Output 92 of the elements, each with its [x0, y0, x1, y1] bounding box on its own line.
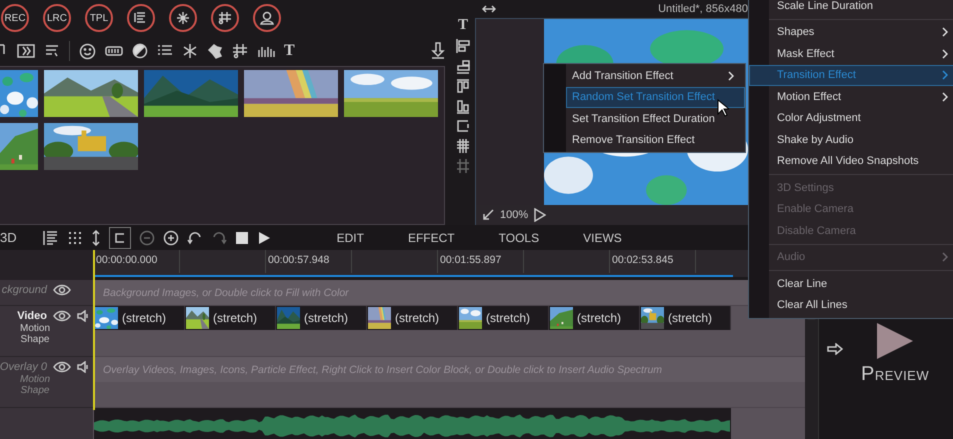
chevron-right-icon — [728, 70, 734, 81]
menu-item[interactable]: Remove Transition Effect — [566, 130, 745, 151]
round-button[interactable]: REC — [1, 4, 29, 32]
chevron-right-icon — [942, 70, 948, 80]
track-label: ckground — [2, 284, 47, 296]
frame-icon[interactable] — [108, 226, 131, 248]
undo-icon[interactable] — [186, 230, 203, 246]
menu-item[interactable]: Motion Effect — [769, 86, 953, 108]
track-sublabel: Motion Shape — [18, 324, 51, 345]
video-clip[interactable]: (stretch) — [458, 306, 549, 330]
horizontal-arrows-icon[interactable] — [482, 4, 496, 14]
video-clip[interactable]: (stretch) — [276, 306, 367, 330]
track-hint: Overlay Videos, Images, Icons, Particle Effect, Right Click to Insert Color Block, or Double click to Insert Audio Spectrum — [93, 357, 805, 382]
time-ruler[interactable]: 00:00:00.000 00:00:57.948 00:01:55.897 00:02:53.845 — [93, 250, 748, 280]
preview-title: Untitled*, 856x480 — [658, 3, 748, 15]
text-tool[interactable]: T — [458, 17, 468, 34]
lines-icon[interactable] — [44, 43, 60, 59]
equalizer-icon[interactable] — [257, 44, 275, 58]
round-button[interactable] — [127, 4, 155, 32]
menu-item[interactable]: Clear Line — [769, 273, 953, 294]
chevron-right-icon — [942, 27, 948, 38]
video-clip[interactable]: (stretch) — [640, 306, 731, 330]
align-baseline-icon[interactable] — [456, 98, 470, 114]
menu-item[interactable]: Add Transition Effect — [566, 65, 745, 86]
eye-icon[interactable] — [53, 361, 71, 373]
eye-icon[interactable] — [53, 310, 71, 322]
right-arrow-icon[interactable] — [827, 343, 843, 355]
eye-icon[interactable] — [53, 284, 71, 296]
round-button[interactable] — [211, 4, 239, 32]
timeline-tab[interactable]: EFFECT — [394, 228, 469, 246]
shrink-icon[interactable] — [482, 209, 494, 221]
chevron-right-icon — [942, 48, 948, 59]
speaker-icon[interactable] — [77, 310, 89, 322]
video-clip[interactable]: (stretch) — [549, 306, 640, 330]
play-icon[interactable] — [256, 230, 271, 244]
contrast-icon[interactable] — [132, 43, 148, 59]
text-tool[interactable]: T — [284, 42, 295, 60]
play-outline-icon[interactable] — [534, 208, 546, 222]
round-button[interactable]: TPL — [85, 4, 113, 32]
round-button[interactable] — [169, 4, 197, 32]
menu-item[interactable]: Scale Line Duration — [769, 0, 953, 16]
align-top-icon[interactable] — [456, 38, 470, 54]
smiley-icon[interactable] — [79, 42, 96, 60]
round-button[interactable] — [253, 4, 281, 32]
user-icon[interactable] — [259, 10, 275, 26]
video-clip[interactable]: (stretch) — [185, 306, 276, 330]
menu-item[interactable]: Mask Effect — [769, 43, 953, 64]
align-middle-icon[interactable] — [456, 78, 470, 94]
battery-icon[interactable] — [105, 45, 123, 57]
align-bottom-icon[interactable] — [456, 58, 470, 74]
menu-item[interactable]: Remove All Video Snapshots — [769, 150, 953, 172]
stop-icon[interactable] — [234, 230, 249, 244]
list-icon[interactable] — [134, 11, 148, 25]
video-clip[interactable]: (stretch) — [367, 306, 458, 330]
track-label: Video — [17, 310, 47, 322]
ruler-time: 00:01:55.897 — [440, 254, 502, 266]
timeline-tab[interactable]: TOOLS — [484, 228, 554, 246]
grid-icon[interactable] — [456, 138, 470, 154]
list-icon[interactable] — [42, 230, 59, 246]
frame-icon[interactable] — [456, 118, 470, 134]
speaker-icon[interactable] — [77, 361, 89, 373]
chevron-right-icon — [942, 252, 948, 262]
chevron-right-icon — [942, 92, 948, 102]
timeline-tab[interactable]: VIEWS — [569, 228, 636, 246]
plus-circle-icon[interactable] — [162, 230, 179, 246]
video-clip[interactable]: (stretch) — [94, 306, 185, 330]
chevron-frame-icon[interactable] — [17, 43, 35, 59]
vertical-arrows-icon[interactable] — [90, 230, 101, 246]
track-sublabel: Motion Shape — [18, 375, 51, 396]
menu-item[interactable]: Clear All Lines — [769, 294, 953, 316]
timeline-tab[interactable]: EDIT — [322, 228, 378, 246]
music-grid-icon[interactable] — [232, 43, 248, 59]
asterisk-icon[interactable] — [182, 43, 198, 59]
menu-item[interactable]: Set Transition Effect Duration — [566, 108, 745, 130]
preview-button[interactable]: PREVIEW — [861, 320, 930, 386]
list-icon[interactable] — [157, 44, 173, 58]
round-button[interactable]: LRC — [43, 4, 71, 32]
menu-item[interactable]: Color Adjustment — [769, 108, 953, 129]
menu-item[interactable]: Shake by Audio — [769, 129, 953, 150]
track-label: Overlay 0 — [0, 361, 47, 373]
redo-icon[interactable] — [210, 230, 227, 246]
download-icon[interactable] — [431, 42, 445, 60]
ruler-time: 00:02:53.845 — [612, 254, 674, 266]
menu-item[interactable]: Shapes — [769, 22, 953, 43]
toolbar-label: 3D — [0, 230, 17, 245]
minus-circle-icon[interactable] — [138, 230, 155, 246]
music-grid-icon[interactable] — [218, 11, 232, 25]
dot-grid-icon[interactable] — [66, 230, 83, 246]
ruler-time: 00:00:00.000 — [96, 254, 158, 266]
ruler-time: 00:00:57.948 — [268, 254, 330, 266]
zoom-level: 100% — [500, 209, 528, 221]
mouse-pointer-icon — [717, 99, 729, 117]
